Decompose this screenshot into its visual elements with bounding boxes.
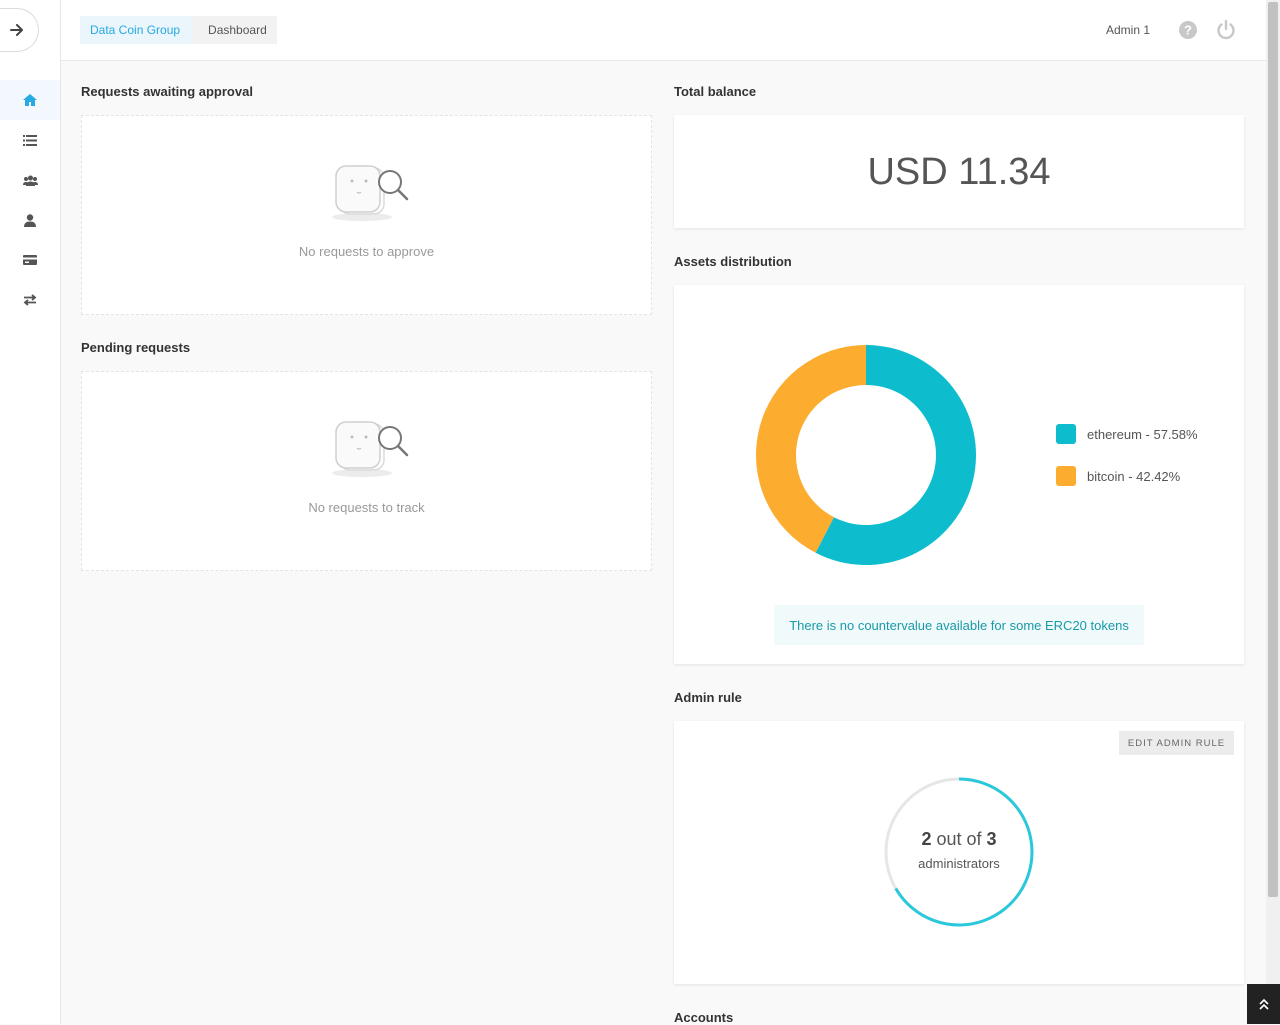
approval-empty-text: No requests to approve [298,244,435,259]
sidebar-nav [0,80,60,320]
users-icon [22,175,38,186]
scrollbar-thumb[interactable] [1268,2,1278,897]
approval-empty-card: No requests to approve [81,115,652,315]
quorum-count: 2 out of 3 [674,829,1244,850]
countervalue-notice: There is no countervalue available for s… [774,605,1144,645]
breadcrumb-current: Dashboard [192,16,277,44]
breadcrumb: Data Coin Group Dashboard [80,16,277,44]
legend-item-bitcoin: bitcoin - 42.42% [1056,466,1180,486]
donut-slice-bitcoin[interactable] [756,345,866,553]
help-icon: ? [1179,21,1197,39]
legend-swatch-bitcoin [1056,466,1076,486]
legend-item-ethereum: ethereum - 57.58% [1056,424,1198,444]
legend-label-ethereum: ethereum - 57.58% [1087,426,1198,442]
double-chevron-up-icon [1258,998,1269,1010]
quorum-out-of: out of [936,829,982,849]
arrow-right-icon [10,24,23,36]
pending-empty-text: No requests to track [308,500,425,515]
balance-value: USD 11.34 [867,151,1051,193]
sidebar-item-transactions[interactable] [0,280,60,320]
topbar: Data Coin Group Dashboard Admin 1 ? [61,0,1266,61]
power-icon [1217,19,1235,40]
logout-button[interactable] [1215,19,1237,41]
svg-text:?: ? [1184,23,1192,38]
assets-title: Assets distribution [674,254,792,269]
assets-card: ethereum - 57.58% bitcoin - 42.42% There… [674,285,1244,664]
user-icon [24,213,36,227]
sidebar [0,0,61,1024]
accounts-title: Accounts [674,1010,734,1025]
empty-search-illustration [332,421,409,477]
wallet-icon [23,255,37,265]
quorum-total: 3 [986,829,997,849]
exchange-icon [23,294,37,306]
edit-admin-rule-button[interactable]: EDIT ADMIN RULE [1119,731,1234,755]
pending-title: Pending requests [81,340,191,355]
breadcrumb-group-link[interactable]: Data Coin Group [80,16,203,44]
legend-label-bitcoin: bitcoin - 42.42% [1087,468,1181,484]
list-icon [23,134,37,146]
sidebar-item-requests[interactable] [0,120,60,160]
help-button[interactable]: ? [1178,20,1198,40]
sidebar-item-home[interactable] [0,80,60,120]
quorum-unit: administrators [918,856,1000,871]
admin-rule-title: Admin rule [674,690,742,705]
legend-swatch-ethereum [1056,424,1076,444]
scroll-to-top-button[interactable] [1247,984,1280,1024]
home-icon [23,94,37,106]
admin-rule-card: EDIT ADMIN RULE 2 out of 3 administrator… [674,721,1244,984]
sidebar-item-accounts[interactable] [0,240,60,280]
quorum-required: 2 [921,829,932,849]
quorum-text: 2 out of 3 administrators [674,829,1244,871]
empty-search-illustration [332,165,409,221]
balance-card: USD 11.34 [674,115,1244,228]
user-menu[interactable]: Admin 1 [1106,23,1150,37]
sidebar-toggle-button[interactable] [0,8,39,52]
sidebar-item-members[interactable] [0,200,60,240]
assets-donut-chart [756,345,976,565]
sidebar-item-groups[interactable] [0,160,60,200]
pending-empty-card: No requests to track [81,371,652,571]
balance-title: Total balance [674,84,757,99]
approval-title: Requests awaiting approval [81,84,253,99]
